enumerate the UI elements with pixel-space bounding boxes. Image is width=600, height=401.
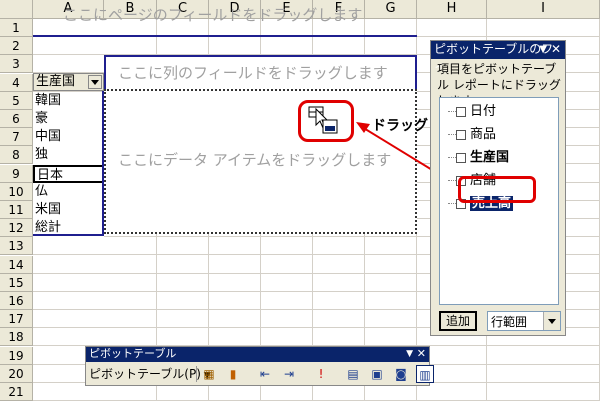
tree-connector (448, 111, 456, 112)
row-header-9[interactable]: 9 (0, 165, 33, 183)
row-header-8[interactable]: 8 (0, 146, 33, 164)
field-icon (456, 152, 466, 163)
field-highlight (458, 176, 536, 203)
column-field-hint: ここに列のフィールドをドラッグします (118, 64, 388, 82)
row-header-5[interactable]: 5 (0, 92, 33, 110)
row-header-2[interactable]: 2 (0, 37, 33, 55)
show-detail-icon[interactable]: ⇥ (280, 365, 298, 383)
select-all-corner[interactable] (0, 0, 33, 19)
field-item[interactable]: 商品 (448, 125, 496, 145)
pivot-toolbar-title: ピボットテーブル (89, 347, 177, 360)
row-field-button[interactable]: 生産国 (33, 73, 104, 91)
row-header-18[interactable]: 18 (0, 328, 33, 346)
pivot-menu-label: ピボットテーブル(P) (89, 367, 201, 381)
format-report-icon[interactable]: ▦ (200, 365, 218, 383)
toolbar-menu-icon[interactable]: ▼ (406, 347, 413, 361)
page-field-hint: ここにページのフィールドをドラッグします (63, 6, 363, 24)
row-header-3[interactable]: 3 (0, 55, 33, 73)
row-item[interactable]: 仏 (33, 183, 104, 201)
row-header-16[interactable]: 16 (0, 292, 33, 310)
close-icon[interactable]: ✕ (551, 41, 561, 58)
field-label: 日付 (470, 104, 497, 119)
pivot-toolbar[interactable]: ピボットテーブル ▼ ✕ ピボットテーブル(P) ▼ ▦ ▮ ⇤ ⇥! ▤ ▣ ◙ ▥ (85, 346, 434, 386)
drag-cursor-highlight (298, 100, 354, 142)
row-field-label: 生産国 (36, 74, 76, 89)
chevron-down-icon[interactable] (543, 312, 560, 330)
field-label: 商品 (470, 127, 497, 142)
data-item-hint: ここにデータ アイテムをドラッグします (118, 151, 392, 169)
row-item[interactable]: 総計 (33, 219, 104, 237)
pivot-menu-button[interactable]: ピボットテーブル(P) ▼ (89, 364, 211, 384)
row-header-15[interactable]: 15 (0, 274, 33, 292)
drag-label: ドラッグ (372, 118, 428, 134)
field-settings-icon[interactable]: ◙ (392, 365, 410, 383)
row-header-11[interactable]: 11 (0, 201, 33, 219)
row-header-4[interactable]: 4 (0, 74, 33, 92)
always-display-items-icon[interactable]: ▣ (368, 365, 386, 383)
toolbar-close-icon[interactable]: ✕ (417, 347, 426, 361)
pivot-toolbar-titlebar[interactable]: ピボットテーブル ▼ ✕ (86, 347, 429, 362)
field-icon (456, 129, 466, 140)
row-item[interactable]: 日本 (33, 165, 104, 183)
row-item[interactable]: 米国 (33, 201, 104, 219)
tree-connector (448, 134, 456, 135)
row-item[interactable]: 韓国 (33, 92, 104, 110)
row-header-14[interactable]: 14 (0, 256, 33, 274)
page-field-drop-area[interactable]: ここにページのフィールドをドラッグします (33, 6, 417, 37)
add-button[interactable]: 追加 (439, 311, 477, 331)
row-header-10[interactable]: 10 (0, 183, 33, 201)
dropdown-arrow-icon[interactable] (88, 75, 102, 89)
row-header-6[interactable]: 6 (0, 110, 33, 128)
area-select-value: 行範囲 (491, 315, 528, 329)
row-header-21[interactable]: 21 (0, 383, 33, 401)
column-header-i[interactable]: I (487, 0, 600, 19)
panel-menu-icon[interactable]: ▼ (539, 41, 547, 58)
field-label: 生産国 (470, 150, 510, 165)
data-item-drop-area[interactable]: ここにデータ アイテムをドラッグします (104, 89, 417, 234)
row-header-1[interactable]: 1 (0, 19, 33, 37)
toolbar-separator (196, 366, 197, 382)
hide-detail-icon[interactable]: ⇤ (256, 365, 274, 383)
field-icon (456, 106, 466, 117)
field-item[interactable]: 生産国 (448, 148, 509, 168)
tree-connector (448, 180, 456, 181)
field-list-titlebar[interactable]: ピボットテーブルのフィ ▼ ✕ (431, 41, 565, 73)
chart-wizard-icon[interactable]: ▮ (224, 365, 242, 383)
field-item[interactable]: 日付 (448, 102, 496, 122)
refresh-icon[interactable]: ! (312, 365, 330, 383)
row-header-19[interactable]: 19 (0, 347, 33, 365)
row-header-17[interactable]: 17 (0, 310, 33, 328)
tree-connector (448, 203, 456, 204)
row-header-12[interactable]: 12 (0, 219, 33, 237)
column-header-h[interactable]: H (417, 0, 487, 19)
row-header-20[interactable]: 20 (0, 365, 33, 383)
row-header-7[interactable]: 7 (0, 128, 33, 146)
include-hidden-icon[interactable]: ▤ (344, 365, 362, 383)
add-button-label: 追加 (445, 314, 470, 328)
area-select[interactable]: 行範囲 (487, 311, 561, 331)
row-item[interactable]: 豪 (33, 110, 104, 128)
row-item[interactable]: 独 (33, 146, 104, 164)
tree-connector (448, 157, 456, 158)
field-list-icon[interactable]: ▥ (416, 365, 434, 383)
column-field-drop-area[interactable]: ここに列のフィールドをドラッグします (104, 55, 417, 91)
row-header-13[interactable]: 13 (0, 237, 33, 255)
row-item[interactable]: 中国 (33, 128, 104, 146)
